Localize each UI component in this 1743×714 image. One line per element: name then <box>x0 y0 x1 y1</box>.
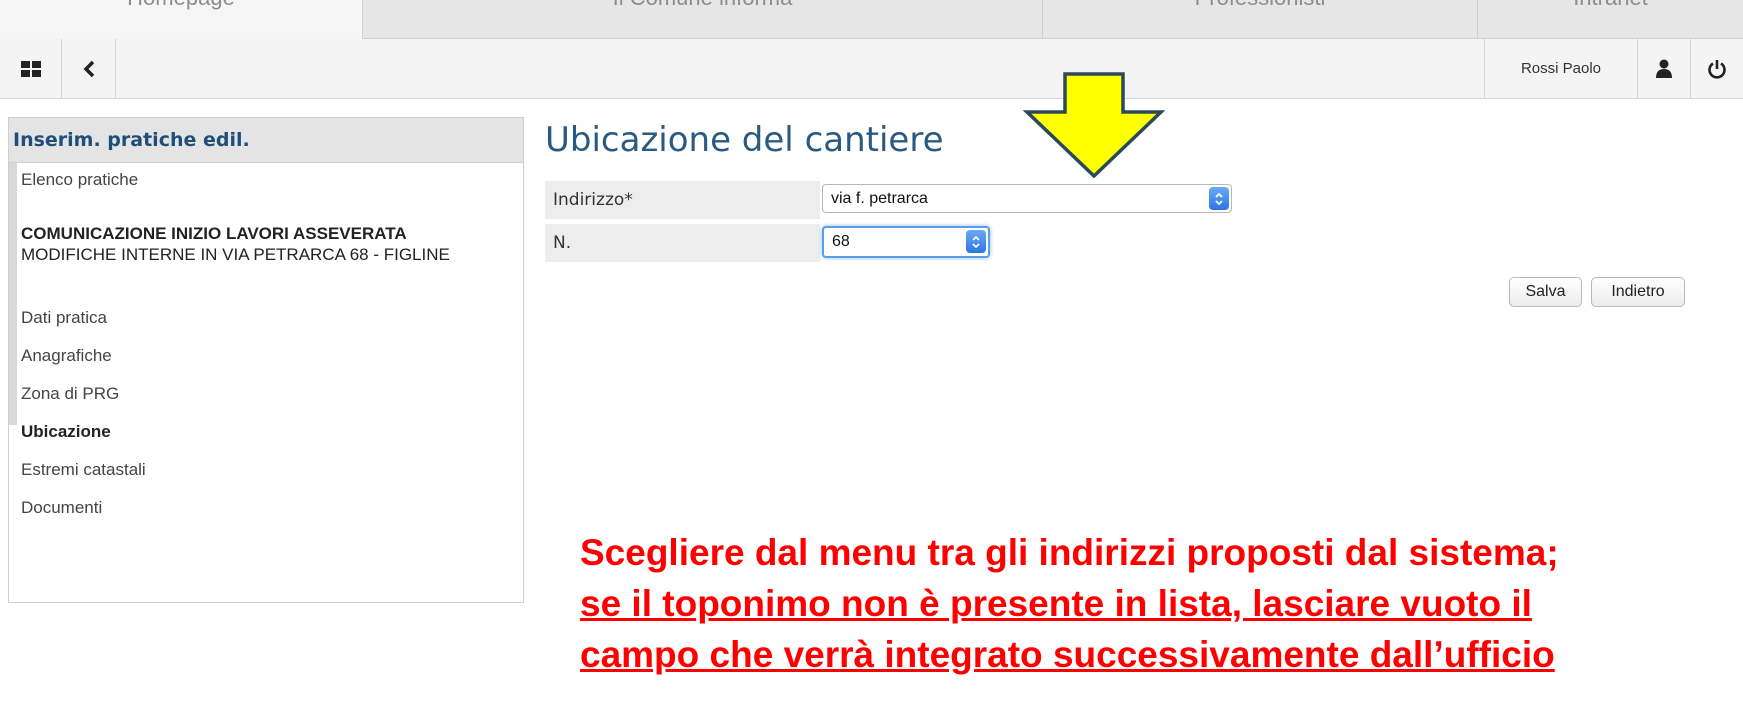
tab-intranet[interactable]: Intranet <box>1478 0 1743 39</box>
sidebar-item-elenco-pratiche[interactable]: Elenco pratiche <box>19 163 523 197</box>
number-select[interactable]: 68 <box>822 226 990 258</box>
arrow-down-icon <box>1023 72 1165 178</box>
tab-label: Il Comune informa <box>613 0 793 10</box>
sidebar: Inserim. pratiche edil. Elenco pratiche … <box>8 117 524 603</box>
grid-icon <box>20 60 41 77</box>
sidebar-item-dati-pratica[interactable]: Dati pratica <box>19 299 523 337</box>
toolbar: Rossi Paolo <box>0 39 1743 99</box>
sidebar-item-ubicazione[interactable]: Ubicazione <box>19 413 523 451</box>
address-value: via f. petrarca <box>831 189 928 207</box>
tab-label: Intranet <box>1573 0 1648 10</box>
apps-button[interactable] <box>0 39 62 98</box>
tab-label: Professionisti <box>1195 0 1326 10</box>
practice-title: COMUNICAZIONE INIZIO LAVORI ASSEVERATA <box>21 224 407 243</box>
sidebar-item-documenti[interactable]: Documenti <box>19 489 523 527</box>
back-button[interactable]: Indietro <box>1591 277 1685 307</box>
address-label: Indirizzo* <box>545 181 820 219</box>
top-nav-tabs: Homepage Il Comune informa Professionist… <box>0 0 1743 39</box>
address-row: Indirizzo* via f. petrarca <box>545 181 1743 219</box>
tab-label: Homepage <box>127 0 235 10</box>
sidebar-title: Inserim. pratiche edil. <box>9 118 523 163</box>
instruction-line-1: Scegliere dal menu tra gli indirizzi pro… <box>580 532 1559 573</box>
select-arrows-icon <box>966 230 986 253</box>
address-select[interactable]: via f. petrarca <box>822 184 1232 213</box>
logout-button[interactable] <box>1691 39 1743 98</box>
practice-description: MODIFICHE INTERNE IN VIA PETRARCA 68 - F… <box>21 245 450 264</box>
number-row: N. 68 <box>545 224 1743 262</box>
tab-comune-informa[interactable]: Il Comune informa <box>363 0 1043 39</box>
practice-summary: COMUNICAZIONE INIZIO LAVORI ASSEVERATA M… <box>19 197 523 299</box>
tab-professionisti[interactable]: Professionisti <box>1043 0 1478 39</box>
sidebar-item-anagrafiche[interactable]: Anagrafiche <box>19 337 523 375</box>
save-button[interactable]: Salva <box>1509 277 1582 307</box>
sidebar-item-zona-prg[interactable]: Zona di PRG <box>19 375 523 413</box>
number-value: 68 <box>832 233 850 250</box>
back-nav-button[interactable] <box>62 39 116 98</box>
power-icon <box>1708 59 1726 79</box>
chevron-left-icon <box>83 60 94 77</box>
app-window: Homepage Il Comune informa Professionist… <box>0 0 1743 714</box>
select-arrows-icon <box>1209 187 1229 210</box>
instruction-line-2: se il toponimo non è presente in lista, … <box>580 583 1532 624</box>
user-button[interactable] <box>1638 39 1691 98</box>
user-icon <box>1656 59 1672 78</box>
instruction-line-3: campo che verrà integrato successivament… <box>580 634 1555 675</box>
number-label: N. <box>545 224 820 262</box>
sidebar-item-estremi-catastali[interactable]: Estremi catastali <box>19 451 523 489</box>
tab-homepage[interactable]: Homepage <box>0 0 363 39</box>
page-title: Ubicazione del cantiere <box>545 120 944 160</box>
user-name[interactable]: Rossi Paolo <box>1484 39 1638 98</box>
instruction-note: Scegliere dal menu tra gli indirizzi pro… <box>580 527 1740 680</box>
